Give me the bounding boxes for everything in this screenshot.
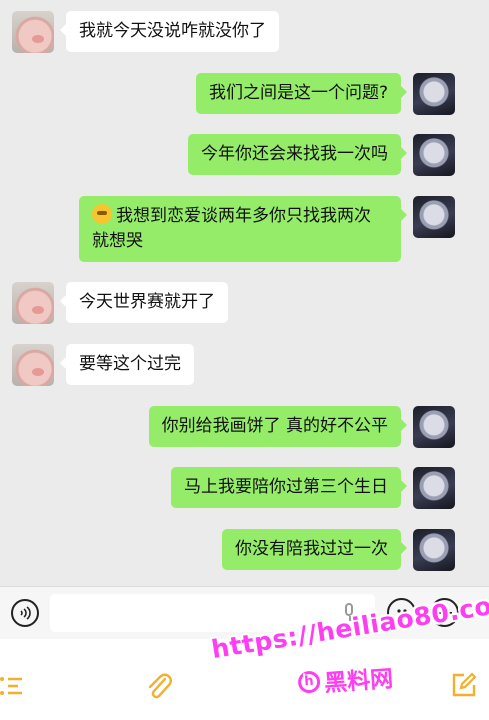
sent-message[interactable]: 今年你还会来找我一次吗	[188, 134, 407, 175]
message-text: 你没有陪我过过一次	[235, 539, 388, 559]
contact-avatar[interactable]	[12, 11, 54, 53]
message-row: 我就今天没说咋就没你了	[12, 11, 279, 53]
message-row: 我们之间是这一个问题?	[195, 73, 455, 115]
message-row: 今年你还会来找我一次吗	[188, 134, 455, 176]
nervous-smile-emoji-icon	[92, 204, 112, 224]
edit-icon[interactable]	[450, 671, 478, 704]
message-text: 我们之间是这一个问题?	[208, 83, 388, 103]
self-avatar[interactable]	[413, 196, 455, 238]
voice-icon[interactable]	[11, 599, 39, 627]
sent-message[interactable]: 我们之间是这一个问题?	[195, 73, 408, 114]
received-message[interactable]: 今天世界赛就开了	[60, 282, 228, 323]
list-icon[interactable]	[0, 673, 24, 704]
watermark-brand-text: 黑料网	[323, 666, 395, 697]
message-row: 我想到恋爱谈两年多你只找我两次 就想哭	[79, 196, 455, 262]
message-row: 今天世界赛就开了	[12, 282, 228, 324]
message-text: 今年你还会来找我一次吗	[201, 144, 388, 164]
message-text: 今天世界赛就开了	[79, 292, 215, 312]
message-row: 你别给我画饼了 真的好不公平	[148, 406, 455, 448]
sent-message[interactable]: 马上我要陪你过第三个生日	[171, 467, 407, 508]
received-message[interactable]: 要等这个过完	[60, 344, 194, 385]
sent-message[interactable]: 我想到恋爱谈两年多你只找我两次 就想哭	[79, 196, 407, 262]
received-message[interactable]: 我就今天没说咋就没你了	[60, 11, 279, 52]
paperclip-icon[interactable]	[145, 671, 173, 706]
self-avatar[interactable]	[413, 134, 455, 176]
message-text: 我就今天没说咋就没你了	[79, 21, 266, 41]
message-row: 要等这个过完	[12, 344, 194, 386]
chat-area[interactable]: 我就今天没说咋就没你了 我们之间是这一个问题? 今年你还会来找我一次吗 我想到恋…	[0, 0, 489, 586]
self-avatar[interactable]	[413, 73, 455, 115]
message-text: 你别给我画饼了 真的好不公平	[161, 416, 388, 436]
message-text: 马上我要陪你过第三个生日	[184, 477, 388, 497]
sent-message[interactable]: 你没有陪我过过一次	[222, 529, 407, 570]
self-avatar[interactable]	[413, 529, 455, 571]
message-text-line-2: 就想哭	[92, 231, 143, 251]
message-row: 你没有陪我过过一次	[222, 529, 455, 571]
self-avatar[interactable]	[413, 406, 455, 448]
contact-avatar[interactable]	[12, 344, 54, 386]
sent-message[interactable]: 你别给我画饼了 真的好不公平	[148, 406, 408, 447]
message-text: 要等这个过完	[79, 354, 181, 374]
self-avatar[interactable]	[413, 467, 455, 509]
contact-avatar[interactable]	[12, 282, 54, 324]
message-row: 马上我要陪你过第三个生日	[171, 467, 455, 509]
watermark-logo-icon: h	[297, 670, 321, 694]
message-text-line-1: 我想到恋爱谈两年多你只找我两次	[116, 206, 371, 226]
